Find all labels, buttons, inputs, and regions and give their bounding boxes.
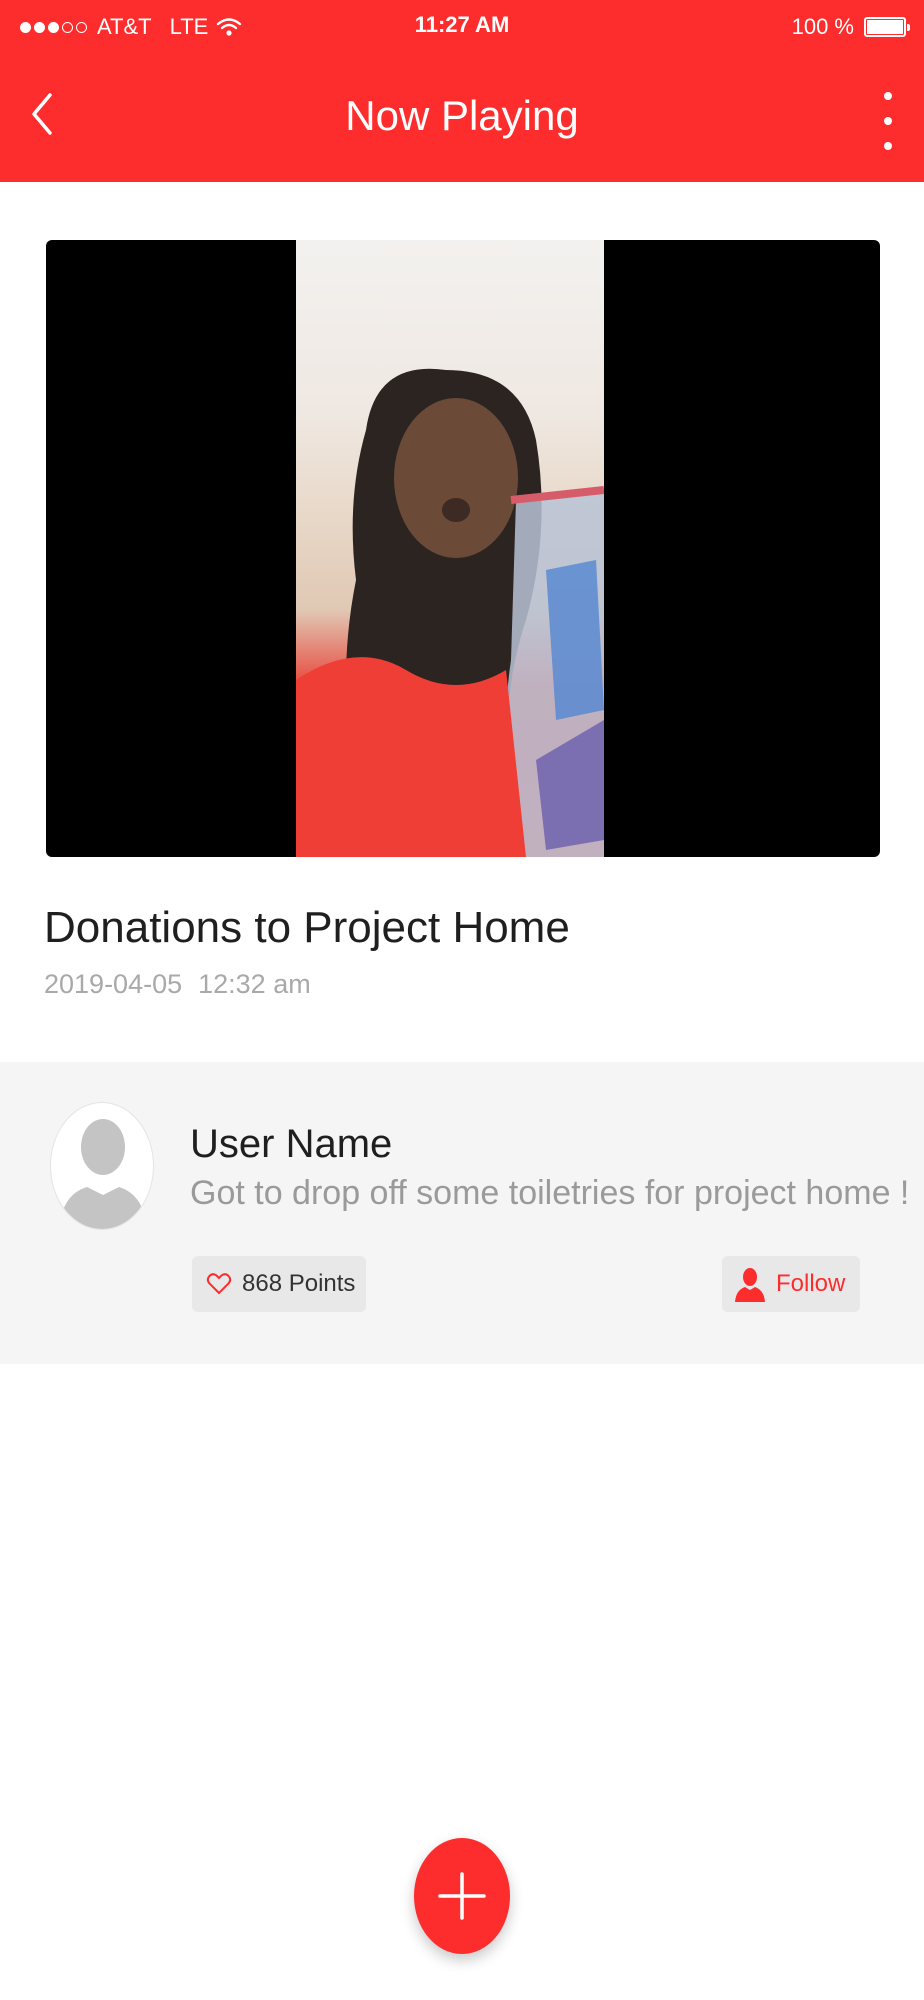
avatar[interactable] bbox=[50, 1102, 154, 1230]
default-avatar-icon bbox=[59, 1119, 147, 1229]
video-frame bbox=[296, 240, 604, 857]
more-dot bbox=[884, 117, 892, 125]
user-card: User Name Got to drop off some toiletrie… bbox=[0, 1062, 924, 1364]
follow-label: Follow bbox=[776, 1270, 846, 1297]
more-options-button[interactable] bbox=[868, 86, 908, 156]
points-button[interactable]: 868 Points bbox=[192, 1256, 366, 1312]
post-time: 12:32 am bbox=[198, 969, 311, 999]
app-header: AT&T LTE 11:27 AM 100 % Now Playing bbox=[0, 0, 924, 182]
more-dot bbox=[884, 142, 892, 150]
follow-button[interactable]: Follow bbox=[722, 1256, 860, 1312]
post-title: Donations to Project Home bbox=[44, 903, 570, 952]
battery-icon bbox=[864, 17, 910, 37]
points-label: 868 Points bbox=[242, 1270, 356, 1297]
video-player[interactable] bbox=[46, 240, 880, 857]
heart-icon bbox=[206, 1273, 232, 1295]
status-time: 11:27 AM bbox=[414, 12, 510, 37]
user-follow-icon bbox=[735, 1268, 765, 1302]
plus-icon bbox=[438, 1872, 486, 1920]
page-title: Now Playing bbox=[345, 92, 579, 139]
more-dot bbox=[884, 92, 892, 100]
status-bar: AT&T LTE 11:27 AM 100 % bbox=[0, 0, 924, 56]
add-post-button[interactable] bbox=[414, 1838, 510, 1954]
user-caption: Got to drop off some toiletries for proj… bbox=[190, 1174, 910, 1212]
battery-percent: 100 % bbox=[791, 14, 854, 39]
post-date: 2019-04-05 bbox=[44, 969, 183, 999]
battery-level bbox=[867, 20, 903, 34]
user-name[interactable]: User Name bbox=[190, 1122, 392, 1167]
post-timestamp: 2019-04-05 12:32 am bbox=[44, 969, 311, 1000]
nav-bar: Now Playing bbox=[0, 56, 924, 182]
status-right: 100 % bbox=[791, 14, 910, 40]
video-thumbnail bbox=[296, 368, 604, 857]
